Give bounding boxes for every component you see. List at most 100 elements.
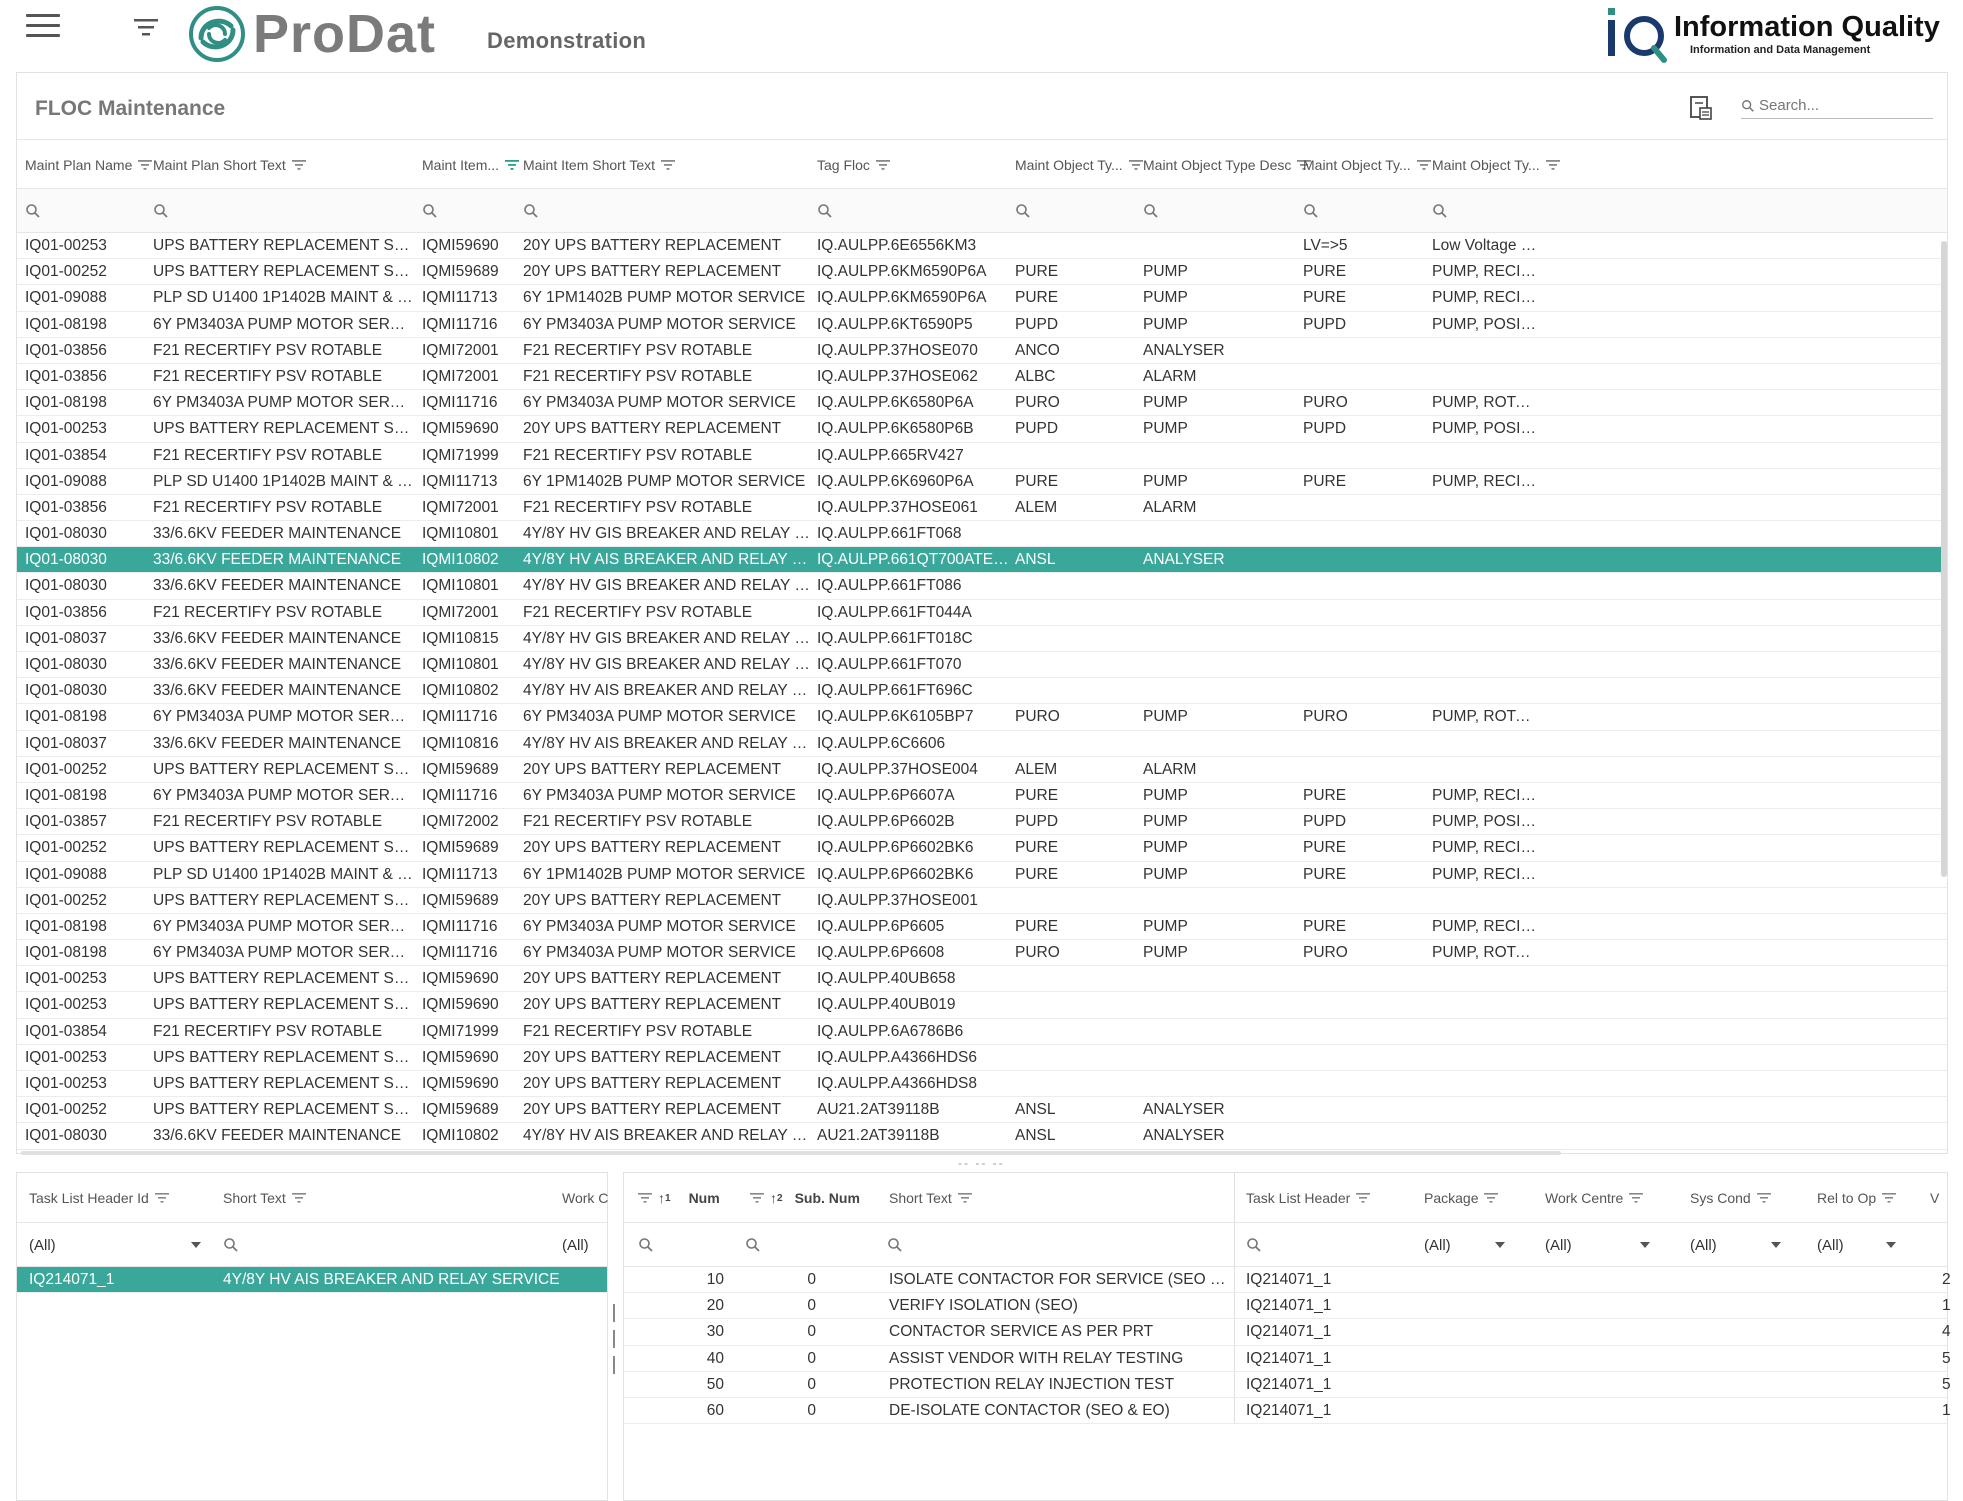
sub-num-filter[interactable]: [745, 1223, 761, 1267]
col-v[interactable]: V: [1930, 1173, 1939, 1223]
col-maint-item-short-text[interactable]: Maint Item Short Text: [523, 140, 676, 190]
table-row[interactable]: IQ01-00252 UPS BATTERY REPLACEMENT SUB 6/…: [17, 259, 1947, 286]
filter-icon[interactable]: [957, 1192, 972, 1204]
col-tag-floc-filter[interactable]: [817, 189, 833, 233]
col-num[interactable]: ↑ 1 Num: [638, 1173, 720, 1223]
resize-handle[interactable]: [613, 1356, 615, 1374]
task-list-row[interactable]: IQ214071_1 4Y/8Y HV AIS BREAKER AND RELAY…: [17, 1267, 607, 1294]
table-row[interactable]: IQ01-03854 F21 RECERTIFY PSV ROTABLE IQMI7…: [17, 443, 1947, 469]
filter-icon[interactable]: [1882, 1192, 1897, 1204]
table-row[interactable]: IQ01-00253 UPS BATTERY REPLACEMENT SUB 6/…: [17, 966, 1947, 993]
filter-icon[interactable]: [750, 1192, 764, 1204]
table-row[interactable]: IQ01-00252 UPS BATTERY REPLACEMENT SUB 6/…: [17, 835, 1947, 862]
work-centre-filter[interactable]: (All): [1545, 1223, 1650, 1267]
col-maint-object-type-3[interactable]: Maint Object Ty...: [1432, 140, 1560, 190]
table-row[interactable]: IQ01-08030 33/6.6KV FEEDER MAINTENANCE IQM…: [17, 1123, 1947, 1150]
table-row[interactable]: IQ01-03856 F21 RECERTIFY PSV ROTABLE IQMI7…: [17, 338, 1947, 364]
filter-icon[interactable]: [291, 1192, 306, 1204]
operation-row[interactable]: 30 0 CONTACTOR SERVICE AS PER PRT IQ214071_…: [624, 1319, 1951, 1346]
resize-handle[interactable]: [613, 1304, 615, 1322]
col-short-text[interactable]: Short Text: [223, 1173, 306, 1223]
filter-icon[interactable]: [505, 159, 520, 171]
col-work-centre[interactable]: Work C: [562, 1173, 608, 1223]
sort-ascending-icon[interactable]: ↑ 2: [770, 1190, 783, 1206]
col-sub-num[interactable]: ↑ 2 Sub. Num: [750, 1173, 860, 1223]
table-row[interactable]: IQ01-00252 UPS BATTERY REPLACEMENT SUB 6/…: [17, 888, 1947, 914]
filter-icon[interactable]: [1545, 159, 1560, 171]
export-icon[interactable]: [1689, 95, 1713, 121]
rel-to-op-filter[interactable]: (All): [1817, 1223, 1896, 1267]
col-sys-cond[interactable]: Sys Cond: [1690, 1173, 1771, 1223]
work-centre-filter[interactable]: (All): [562, 1223, 589, 1267]
menu-icon[interactable]: [26, 14, 60, 40]
operation-row[interactable]: 10 0 ISOLATE CONTACTOR FOR SERVICE (SEO & …: [624, 1267, 1951, 1294]
operation-row[interactable]: 40 0 ASSIST VENDOR WITH RELAY TESTING IQ214…: [624, 1346, 1951, 1372]
table-row[interactable]: IQ01-03854 F21 RECERTIFY PSV ROTABLE IQMI7…: [17, 1019, 1947, 1045]
col-maint-object-type-desc[interactable]: Maint Object Type Desc: [1143, 140, 1312, 190]
table-row[interactable]: IQ01-08198 6Y PM3403A PUMP MOTOR SERVICE I…: [17, 312, 1947, 338]
table-row[interactable]: IQ01-08030 33/6.6KV FEEDER MAINTENANCE IQM…: [17, 678, 1947, 705]
col-maint-plan-name-filter[interactable]: [25, 189, 41, 233]
filter-icon[interactable]: [1416, 159, 1431, 171]
filter-icon[interactable]: [638, 1192, 652, 1204]
filter-icon[interactable]: [1484, 1192, 1499, 1204]
filter-icon[interactable]: [875, 159, 890, 171]
table-row[interactable]: IQ01-03857 F21 RECERTIFY PSV ROTABLE IQMI7…: [17, 809, 1947, 836]
package-filter[interactable]: (All): [1424, 1223, 1505, 1267]
col-maint-object-type-desc-filter[interactable]: [1143, 189, 1159, 233]
filter-icon[interactable]: [1756, 1192, 1771, 1204]
filter-icon[interactable]: [661, 159, 676, 171]
sort-ascending-icon[interactable]: ↑ 1: [658, 1190, 671, 1206]
filter-icon[interactable]: [291, 159, 306, 171]
col-maint-object-type-filter[interactable]: [1015, 189, 1031, 233]
task-list-id-filter[interactable]: (All): [29, 1223, 201, 1267]
short-text-filter[interactable]: [223, 1223, 239, 1267]
col-maint-plan-short-text[interactable]: Maint Plan Short Text: [153, 140, 306, 190]
col-rel-to-op[interactable]: Rel to Op: [1817, 1173, 1897, 1223]
table-row[interactable]: IQ01-00253 UPS BATTERY REPLACEMENT SUB 6/…: [17, 233, 1947, 260]
table-row[interactable]: IQ01-03856 F21 RECERTIFY PSV ROTABLE IQMI7…: [17, 495, 1947, 522]
table-row[interactable]: IQ01-08037 33/6.6KV FEEDER MAINTENANCE IQM…: [17, 626, 1947, 652]
sys-cond-filter[interactable]: (All): [1690, 1223, 1781, 1267]
vertical-scrollbar[interactable]: [1941, 241, 1947, 877]
col-work-centre[interactable]: Work Centre: [1545, 1173, 1644, 1223]
operation-row[interactable]: 20 0 VERIFY ISOLATION (SEO) IQ214071_1 1: [624, 1293, 1951, 1320]
table-row[interactable]: IQ01-08198 6Y PM3403A PUMP MOTOR SERVICE I…: [17, 783, 1947, 810]
table-row[interactable]: IQ01-08030 33/6.6KV FEEDER MAINTENANCE IQM…: [17, 652, 1947, 679]
table-row[interactable]: IQ01-03856 F21 RECERTIFY PSV ROTABLE IQMI7…: [17, 364, 1947, 391]
table-row[interactable]: IQ01-00253 UPS BATTERY REPLACEMENT SUB 6/…: [17, 416, 1947, 443]
col-maint-item-filter[interactable]: [422, 189, 438, 233]
col-package[interactable]: Package: [1424, 1173, 1499, 1223]
panel-splitter[interactable]: -- -- --: [958, 1156, 1005, 1170]
filter-icon[interactable]: [1629, 1192, 1644, 1204]
filter-icon[interactable]: [1128, 159, 1143, 171]
task-list-header-filter[interactable]: [1246, 1223, 1262, 1267]
col-maint-object-type-2[interactable]: Maint Object Ty...: [1303, 140, 1431, 190]
col-maint-item-short-text-filter[interactable]: [523, 189, 539, 233]
table-row[interactable]: IQ01-08030 33/6.6KV FEEDER MAINTENANCE IQM…: [17, 547, 1947, 574]
table-row[interactable]: IQ01-00253 UPS BATTERY REPLACEMENT SUB 6/…: [17, 992, 1947, 1019]
table-row[interactable]: IQ01-08030 33/6.6KV FEEDER MAINTENANCE IQM…: [17, 573, 1947, 600]
short-text-filter[interactable]: [887, 1223, 903, 1267]
filter-icon[interactable]: [138, 159, 153, 171]
operation-row[interactable]: 60 0 DE-ISOLATE CONTACTOR (SEO & EO) IQ2140…: [624, 1398, 1951, 1425]
table-row[interactable]: IQ01-08198 6Y PM3403A PUMP MOTOR SERVICE I…: [17, 390, 1947, 417]
table-row[interactable]: IQ01-00252 UPS BATTERY REPLACEMENT SUB 6/…: [17, 757, 1947, 783]
filter-icon[interactable]: [133, 16, 159, 38]
table-row[interactable]: IQ01-09088 PLP SD U1400 1P1402B MAINT & I…: [17, 285, 1947, 312]
horizontal-scrollbar[interactable]: [21, 1151, 1561, 1155]
table-row[interactable]: IQ01-00253 UPS BATTERY REPLACEMENT SUB 6/…: [17, 1071, 1947, 1098]
table-row[interactable]: IQ01-09088 PLP SD U1400 1P1402B MAINT & I…: [17, 469, 1947, 495]
col-maint-object-type-3-filter[interactable]: [1432, 189, 1448, 233]
operation-row[interactable]: 50 0 PROTECTION RELAY INJECTION TEST IQ2140…: [624, 1372, 1951, 1398]
col-task-list-header[interactable]: Task List Header: [1246, 1173, 1371, 1223]
col-maint-object-type[interactable]: Maint Object Ty...: [1015, 140, 1143, 190]
search-input[interactable]: [1755, 97, 1915, 114]
table-row[interactable]: IQ01-00252 UPS BATTERY REPLACEMENT SUB 6/…: [17, 1097, 1947, 1124]
table-row[interactable]: IQ01-09088 PLP SD U1400 1P1402B MAINT & I…: [17, 862, 1947, 888]
table-row[interactable]: IQ01-00253 UPS BATTERY REPLACEMENT SUB 6/…: [17, 1045, 1947, 1071]
table-row[interactable]: IQ01-08037 33/6.6KV FEEDER MAINTENANCE IQM…: [17, 731, 1947, 757]
col-short-text[interactable]: Short Text: [889, 1173, 972, 1223]
filter-icon[interactable]: [154, 1192, 169, 1204]
col-tag-floc[interactable]: Tag Floc: [817, 140, 890, 190]
